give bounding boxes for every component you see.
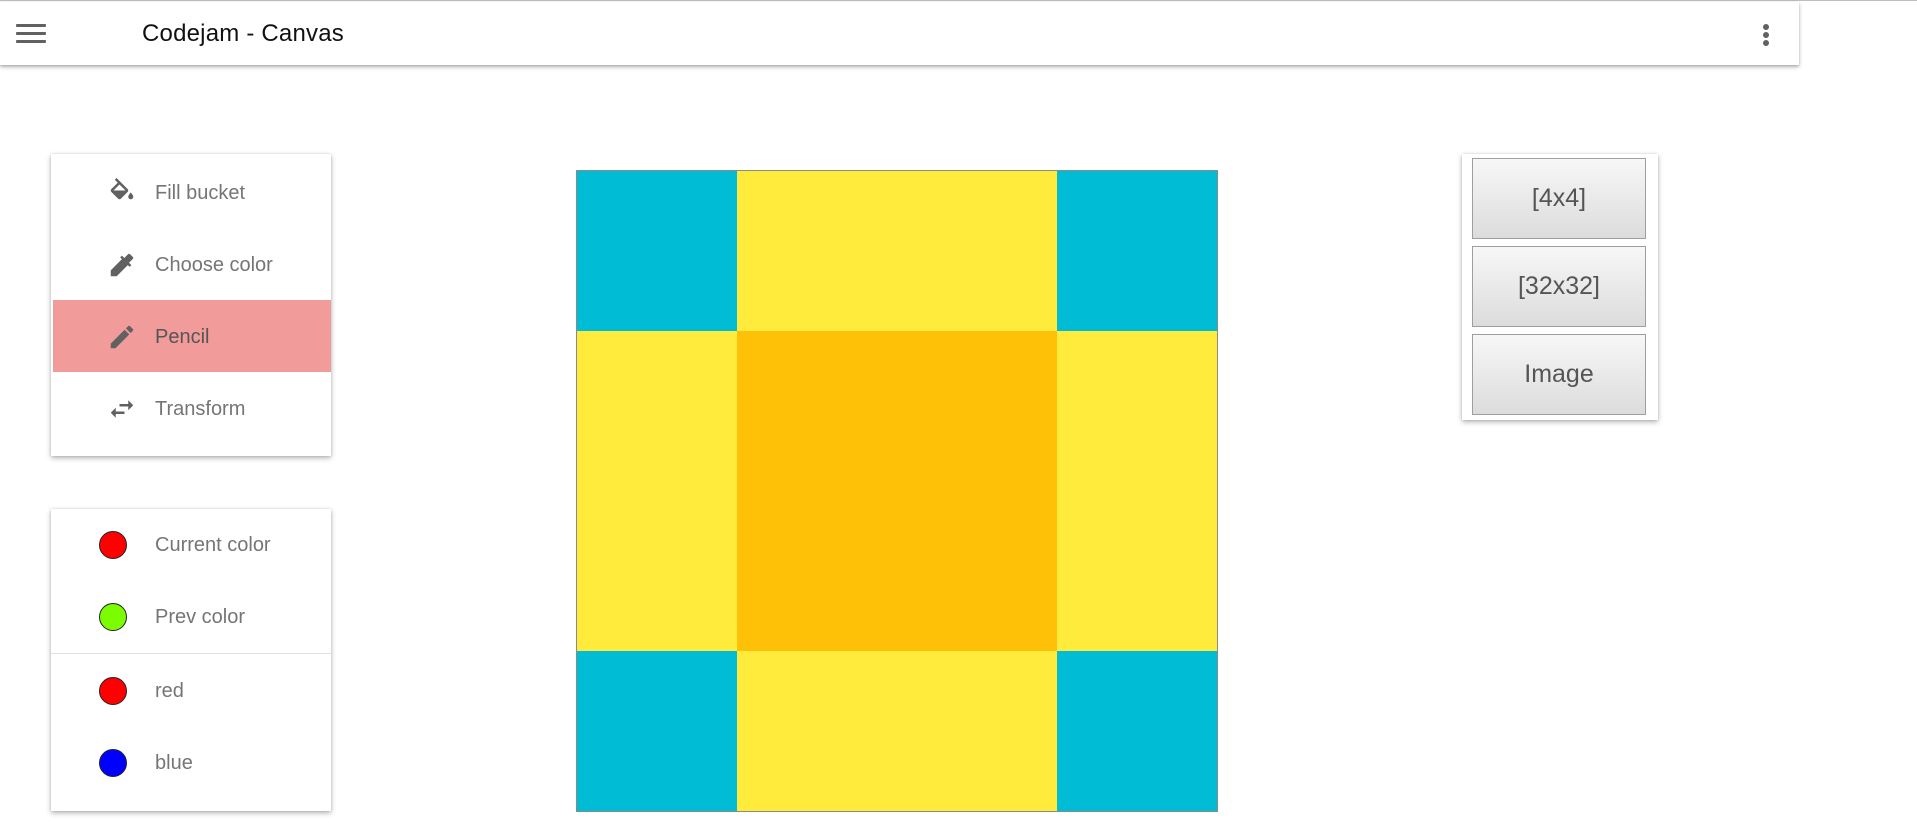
canvas-cell[interactable] [737,331,1057,651]
hamburger-menu-icon[interactable] [16,22,46,46]
tools-panel: Fill bucket Choose color Pencil Transfor… [51,154,331,456]
preset-color-blue[interactable]: blue [51,727,331,799]
current-color-swatch [99,531,127,559]
canvas-size-panel: [4x4] [32x32] Image [1462,154,1658,420]
tool-label: Choose color [155,254,273,276]
canvas-cell[interactable] [737,171,1057,331]
prev-color-swatch [99,603,127,631]
tool-pencil[interactable]: Pencil [53,300,331,372]
prev-color-item[interactable]: Prev color [51,581,331,653]
tool-choose-color[interactable]: Choose color [53,228,331,300]
divider [51,653,331,654]
window-top-edge [0,0,1917,1]
size-32x32-button[interactable]: [32x32] [1472,246,1646,327]
swap-arrows-icon [110,400,134,418]
canvas-cell[interactable] [1057,331,1217,651]
pencil-icon [110,325,134,349]
canvas-cell[interactable] [577,171,737,331]
load-image-button[interactable]: Image [1472,334,1646,415]
tool-label: Fill bucket [155,182,246,204]
current-color-item[interactable]: Current color [51,509,331,581]
red-swatch [99,677,127,705]
drawing-canvas[interactable] [576,170,1218,812]
canvas-cell[interactable] [577,331,737,651]
current-color-label: Current color [155,534,271,556]
preset-color-label: blue [155,752,193,774]
preset-color-label: red [155,680,184,702]
size-4x4-button[interactable]: [4x4] [1472,158,1646,239]
tool-transform[interactable]: Transform [53,372,331,444]
tool-label: Pencil [155,326,210,348]
fill-bucket-icon [110,178,134,200]
preset-color-red[interactable]: red [51,655,331,727]
tool-fill-bucket[interactable]: Fill bucket [53,156,331,228]
canvas-cell[interactable] [577,651,737,811]
more-vert-icon[interactable] [1758,22,1774,48]
canvas-cell[interactable] [737,651,1057,811]
canvas-cell[interactable] [1057,651,1217,811]
eyedropper-icon [110,253,134,277]
canvas-cell[interactable] [1057,171,1217,331]
app-bar: Codejam - Canvas [0,2,1799,65]
colors-panel: Current color Prev color red blue [51,509,331,811]
prev-color-label: Prev color [155,606,246,628]
tool-label: Transform [155,398,246,420]
blue-swatch [99,749,127,777]
page-title: Codejam - Canvas [142,20,344,47]
